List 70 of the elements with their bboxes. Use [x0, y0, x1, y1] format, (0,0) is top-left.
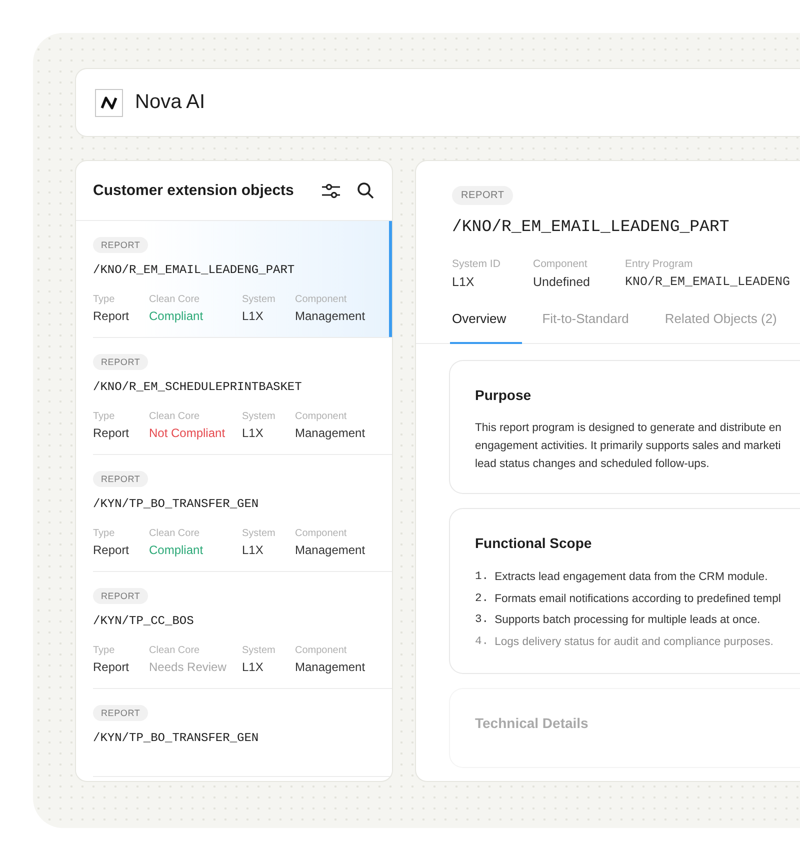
- list-text: Formats email notifications according to predefined templ: [494, 592, 781, 606]
- object-name: /KYN/TP_CC_BOS: [93, 614, 195, 628]
- meta-value: Report: [93, 309, 130, 323]
- type-badge: REPORT: [93, 705, 148, 721]
- meta-value: Not Compliant: [149, 426, 226, 440]
- meta-value: Management: [295, 660, 366, 674]
- section-title: Functional Scope: [475, 535, 593, 551]
- meta-value: L1X: [242, 543, 264, 557]
- paragraph-line: This report program is designed to generate and distribute en: [475, 421, 782, 436]
- meta-label: System: [242, 528, 276, 539]
- paragraph-line: lead status changes and scheduled follow-ups.: [475, 457, 710, 472]
- meta-label: System: [242, 645, 276, 656]
- meta-value: Management: [295, 426, 366, 440]
- object-name: /KYN/TP_BO_TRANSFER_GEN: [93, 497, 260, 511]
- panel-title: Customer extension objects: [93, 182, 295, 199]
- meta-value: Compliant: [149, 309, 204, 323]
- meta-label: Clean Core: [149, 528, 201, 539]
- list-number: 4.: [475, 634, 489, 650]
- meta-label: Type: [93, 411, 116, 422]
- meta-label: Clean Core: [149, 294, 201, 305]
- type-badge: REPORT: [93, 237, 148, 253]
- list-number: 2.: [475, 592, 489, 606]
- meta-label: Type: [93, 294, 116, 305]
- type-badge: REPORT: [93, 588, 148, 604]
- meta-value: Needs Review: [149, 660, 228, 674]
- list-text: Extracts lead engagement data from the CRM module.: [494, 570, 768, 585]
- list-number: 3.: [475, 613, 489, 628]
- field-label: Component: [533, 258, 588, 270]
- field-label: System ID: [452, 258, 502, 270]
- section-title: Technical Details: [475, 715, 590, 731]
- meta-label: Type: [93, 645, 116, 656]
- meta-value: Report: [93, 426, 130, 440]
- filter-icon[interactable]: [321, 182, 341, 198]
- meta-label: System: [242, 411, 276, 422]
- meta-label: Component: [295, 528, 348, 539]
- meta-value: Management: [295, 309, 366, 323]
- type-badge: REPORT: [93, 354, 148, 370]
- field-value: KNO/R_EM_EMAIL_LEADENG: [625, 275, 792, 289]
- meta-value: L1X: [242, 309, 264, 323]
- field-label: Entry Program: [625, 258, 694, 270]
- meta-value: Management: [295, 543, 366, 557]
- meta-label: System: [242, 294, 276, 305]
- meta-value: Compliant: [149, 543, 204, 557]
- tab[interactable]: Overview: [450, 311, 522, 344]
- field-value: L1X: [452, 275, 476, 289]
- meta-label: Component: [295, 645, 348, 656]
- object-name: /KNO/R_EM_SCHEDULEPRINTBASKET: [93, 380, 303, 394]
- brand-name: Nova AI: [135, 91, 206, 114]
- meta-label: Component: [295, 411, 348, 422]
- type-badge: REPORT: [93, 471, 148, 487]
- object-name: /KNO/R_EM_EMAIL_LEADENG_PART: [93, 263, 296, 277]
- list-text: Supports batch processing for multiple leads at once.: [494, 613, 760, 628]
- meta-label: Component: [295, 294, 348, 305]
- section-title: Purpose: [475, 387, 532, 403]
- meta-value: L1X: [242, 660, 264, 674]
- list-text: Logs delivery status for audit and compliance purposes.: [494, 634, 774, 650]
- search-icon[interactable]: [357, 182, 374, 199]
- meta-label: Clean Core: [149, 411, 201, 422]
- meta-label: Clean Core: [149, 645, 201, 656]
- detail-title: /KNO/R_EM_EMAIL_LEADENG_PART: [452, 217, 730, 236]
- field-value: Undefined: [533, 275, 591, 289]
- meta-value: Report: [93, 660, 130, 674]
- paragraph-line: engagement activities. It primarily supports sales and marketi: [475, 439, 782, 454]
- list-number: 1.: [475, 570, 489, 585]
- meta-value: Report: [93, 543, 130, 557]
- logo-icon: [95, 88, 123, 116]
- meta-label: Type: [93, 528, 116, 539]
- meta-value: L1X: [242, 426, 264, 440]
- type-badge: REPORT: [452, 186, 514, 205]
- object-name: /KYN/TP_BO_TRANSFER_GEN: [93, 731, 260, 745]
